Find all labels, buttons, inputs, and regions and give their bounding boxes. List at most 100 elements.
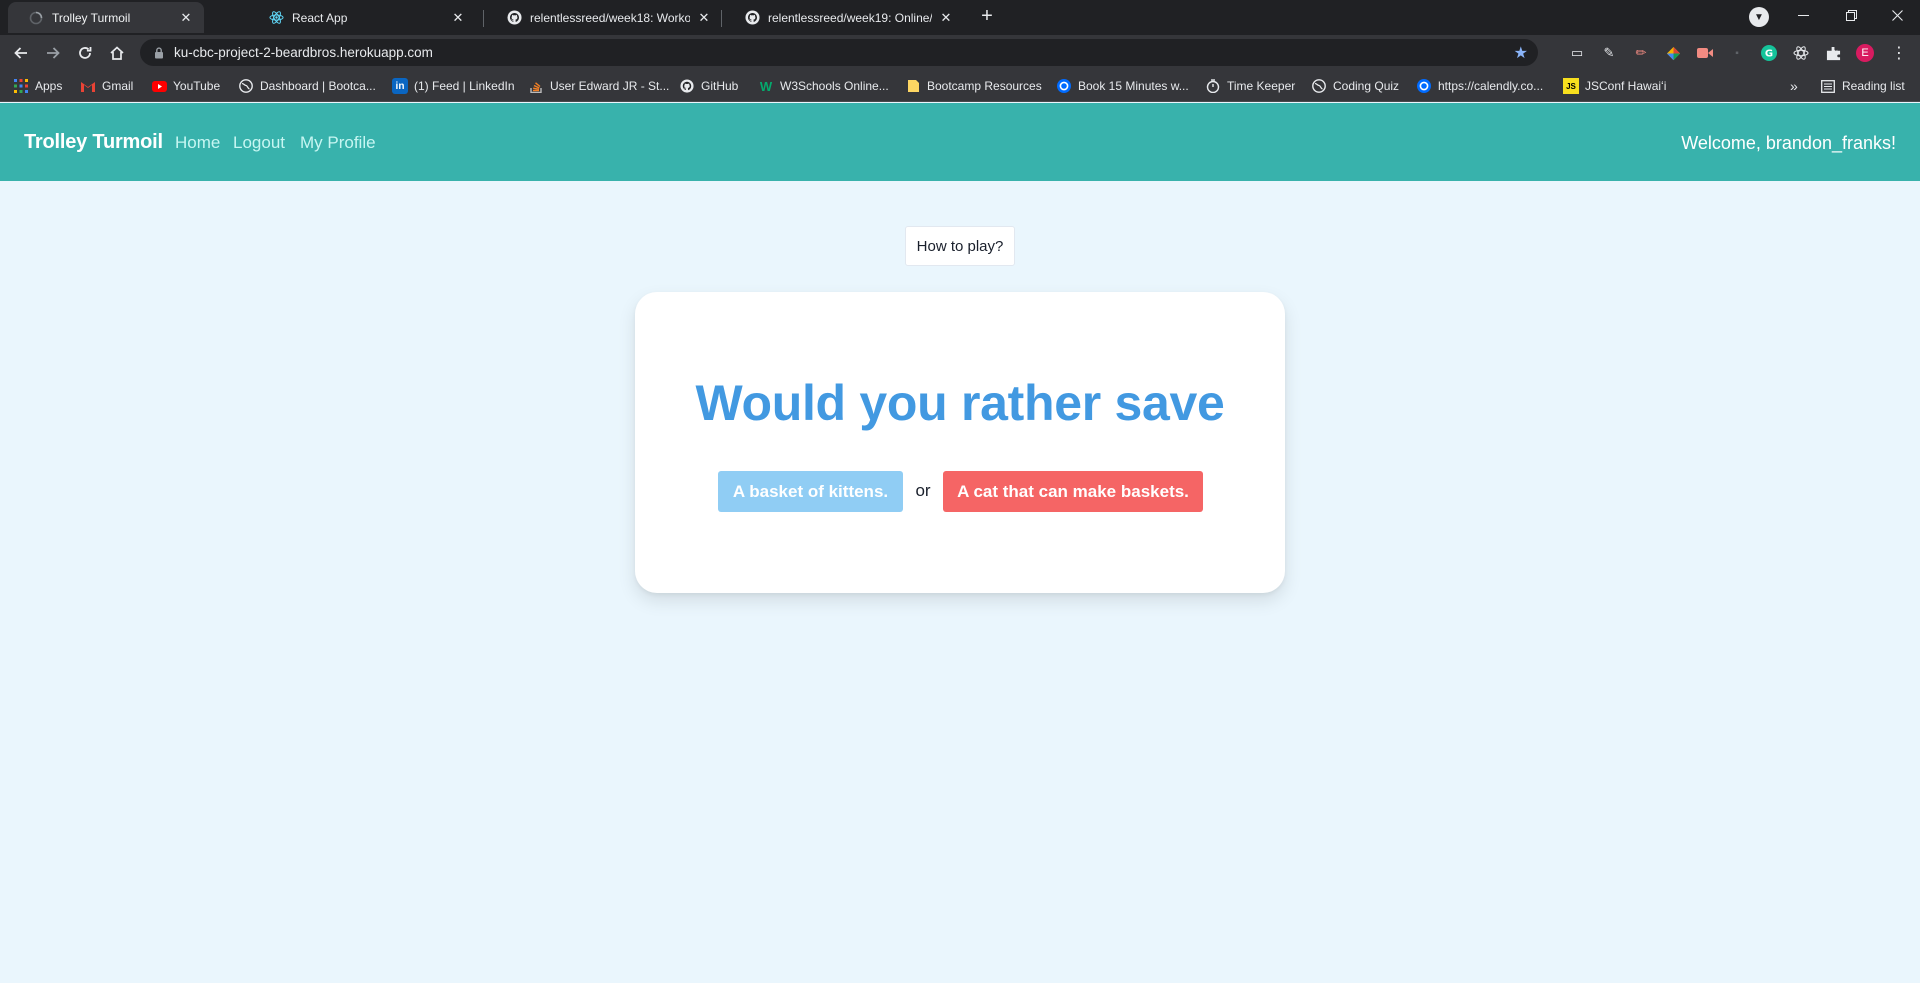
close-tab-icon[interactable]: ✕ — [450, 10, 466, 26]
browser-toolbar: ku-cbc-project-2-beardbros.herokuapp.com… — [0, 35, 1920, 70]
reload-icon[interactable] — [75, 43, 95, 63]
stackoverflow-icon — [528, 78, 544, 94]
bookmark-label: JSConf Hawaiʻi — [1585, 79, 1667, 93]
bookmark-linkedin[interactable]: in (1) Feed | LinkedIn — [392, 77, 515, 95]
folder-icon — [905, 78, 921, 94]
gmail-icon — [80, 78, 96, 94]
github-icon — [679, 78, 695, 94]
or-separator: or — [915, 481, 931, 500]
bookmark-label: YouTube — [173, 79, 221, 93]
tab-week18[interactable]: relentlessreed/week18: Workout ✕ — [486, 2, 722, 33]
react-icon — [268, 10, 284, 26]
back-icon[interactable] — [11, 43, 31, 63]
github-icon — [506, 10, 522, 26]
tab-trolley-turmoil[interactable]: Trolley Turmoil ✕ — [8, 2, 204, 33]
globe-icon — [238, 78, 254, 94]
loading-icon — [28, 10, 44, 26]
extension-icon[interactable]: ▪ — [1728, 44, 1746, 62]
bookmark-gmail[interactable]: Gmail — [80, 77, 133, 95]
close-tab-icon[interactable]: ✕ — [178, 10, 194, 26]
bookmark-calendly[interactable]: https://calendly.co... — [1416, 77, 1543, 95]
tab-title: Trolley Turmoil — [52, 10, 131, 25]
bookmark-label: Apps — [35, 79, 63, 93]
how-to-play-button[interactable]: How to play? — [905, 226, 1015, 266]
question-card: Would you rather save A basket of kitten… — [635, 292, 1285, 593]
bookmark-bootcamp-resources[interactable]: Bootcamp Resources — [905, 77, 1042, 95]
close-tab-icon[interactable]: ✕ — [696, 10, 712, 26]
calendly-icon — [1056, 78, 1072, 94]
bookmark-book-15-minutes[interactable]: Book 15 Minutes w... — [1056, 77, 1189, 95]
nav-home-link[interactable]: Home — [175, 133, 220, 153]
reading-list-label: Reading list — [1842, 79, 1905, 93]
bookmark-dashboard[interactable]: Dashboard | Bootca... — [238, 77, 376, 95]
bookmark-label: Book 15 Minutes w... — [1078, 79, 1189, 93]
home-icon[interactable] — [107, 43, 127, 63]
url-text: ku-cbc-project-2-beardbros.herokuapp.com — [174, 45, 433, 60]
pen-extension-icon[interactable]: ✎ — [1600, 44, 1618, 62]
tab-divider — [483, 10, 484, 27]
question-heading: Would you rather save — [695, 375, 1225, 431]
linkedin-icon: in — [392, 78, 408, 94]
js-icon: JS — [1563, 78, 1579, 94]
react-devtools-icon[interactable] — [1792, 44, 1810, 62]
option-b-button[interactable]: A cat that can make baskets. — [943, 471, 1203, 512]
lock-icon[interactable] — [154, 46, 166, 59]
tab-week19[interactable]: relentlessreed/week19: Online/O ✕ — [724, 2, 964, 33]
address-bar[interactable]: ku-cbc-project-2-beardbros.herokuapp.com… — [140, 39, 1538, 66]
bookmarks-overflow-icon[interactable]: » — [1790, 77, 1798, 95]
bookmark-stackoverflow[interactable]: User Edward JR - St... — [528, 77, 669, 95]
media-icon[interactable]: ▭ — [1568, 44, 1586, 62]
minimize-icon[interactable] — [1780, 0, 1826, 30]
bookmark-star-icon[interactable]: ★ — [1514, 43, 1528, 63]
bookmarks-bar: Apps Gmail YouTube Dashboard | Bootca...… — [0, 70, 1920, 102]
bookmark-label: (1) Feed | LinkedIn — [414, 79, 515, 93]
screencast-icon[interactable] — [1696, 44, 1714, 62]
puzzle-icon[interactable] — [1824, 44, 1842, 62]
w3schools-icon: W — [759, 78, 773, 94]
color-picker-icon[interactable] — [1664, 44, 1682, 62]
tab-title: relentlessreed/week18: Workout — [530, 10, 690, 25]
bookmark-label: https://calendly.co... — [1438, 79, 1544, 93]
bookmark-label: Dashboard | Bootca... — [260, 79, 376, 93]
bookmark-apps[interactable]: Apps — [13, 77, 62, 95]
github-icon — [744, 10, 760, 26]
calendly-icon — [1416, 78, 1432, 94]
bookmark-github[interactable]: GitHub — [679, 77, 738, 95]
welcome-message: Welcome, brandon_franks! — [1681, 133, 1896, 153]
window-close-icon[interactable] — [1874, 0, 1920, 30]
stopwatch-icon — [1205, 78, 1221, 94]
bookmark-label: User Edward JR - St... — [550, 79, 670, 93]
nav-logout-link[interactable]: Logout — [233, 133, 285, 153]
new-tab-button[interactable]: + — [975, 5, 999, 29]
bookmark-label: Gmail — [102, 79, 134, 93]
bookmark-label: Bootcamp Resources — [927, 79, 1042, 93]
bookmark-jsconf[interactable]: JS JSConf Hawaiʻi — [1563, 77, 1666, 95]
globe-icon — [1311, 78, 1327, 94]
option-a-button[interactable]: A basket of kittens. — [718, 471, 903, 512]
bookmark-youtube[interactable]: YouTube — [151, 77, 220, 95]
tab-title: relentlessreed/week19: Online/O — [768, 10, 932, 25]
bookmark-time-keeper[interactable]: Time Keeper — [1205, 77, 1295, 95]
brand-link[interactable]: Trolley Turmoil — [24, 131, 163, 154]
svg-text:G: G — [1765, 49, 1773, 60]
nav-my-profile-link[interactable]: My Profile — [300, 133, 376, 153]
bookmark-label: GitHub — [701, 79, 739, 93]
profile-initial[interactable]: E — [1856, 44, 1874, 62]
close-tab-icon[interactable]: ✕ — [938, 10, 954, 26]
tab-title: React App — [292, 10, 348, 25]
more-menu-icon[interactable]: ⋮ — [1890, 44, 1908, 62]
bookmark-w3schools[interactable]: W W3Schools Online... — [758, 77, 889, 95]
bookmark-label: Coding Quiz — [1333, 79, 1400, 93]
reading-list-button[interactable]: Reading list — [1820, 77, 1905, 95]
tab-react-app[interactable]: React App ✕ — [248, 2, 476, 33]
tab-search-icon[interactable]: ▼ — [1749, 7, 1769, 27]
grammarly-icon[interactable]: G — [1760, 44, 1778, 62]
forward-icon[interactable] — [43, 43, 63, 63]
bookmark-coding-quiz[interactable]: Coding Quiz — [1311, 77, 1399, 95]
pencil-extension-icon[interactable]: ✏ — [1632, 44, 1650, 62]
youtube-icon — [151, 78, 167, 94]
app-navbar: Trolley Turmoil Home Logout My Profile W… — [0, 103, 1920, 181]
restore-icon[interactable] — [1828, 0, 1874, 30]
tab-divider — [721, 10, 722, 27]
bookmark-label: W3Schools Online... — [780, 79, 889, 93]
